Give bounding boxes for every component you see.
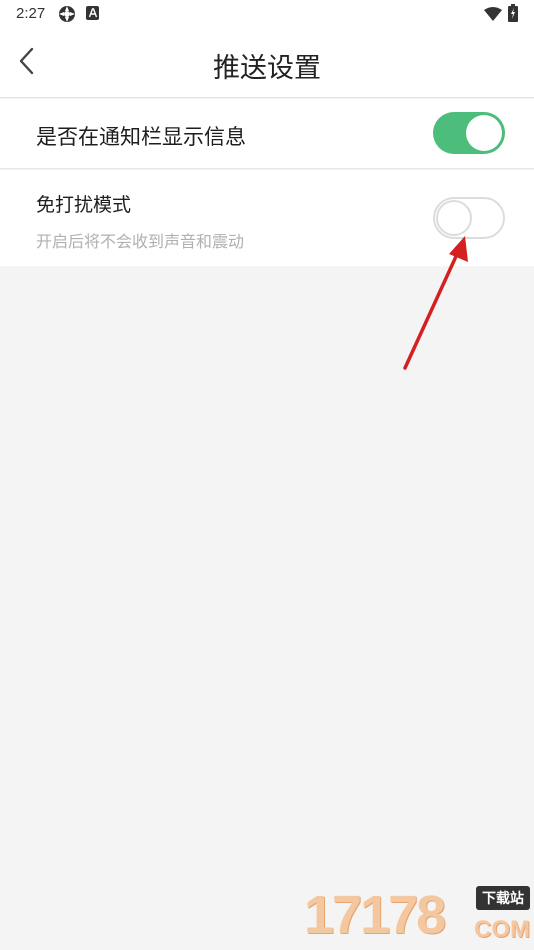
setting-label: 免打扰模式	[36, 194, 132, 216]
watermark-logo: 17178 下载站 COM	[304, 885, 530, 946]
do-not-disturb-toggle[interactable]	[433, 197, 505, 239]
wifi-icon	[484, 6, 502, 25]
status-time: 2:27	[16, 5, 46, 22]
setting-row-do-not-disturb: 免打扰模式 开启后将不会收到声音和震动	[0, 170, 534, 266]
battery-icon	[508, 4, 518, 26]
app-header: 推送设置	[0, 28, 534, 98]
watermark-badge: 下载站	[476, 886, 530, 910]
setting-row-notification-bar: 是否在通知栏显示信息	[0, 99, 534, 169]
app-icon	[58, 5, 76, 27]
page-title: 推送设置	[213, 53, 321, 84]
toggle-knob	[466, 115, 502, 151]
watermark-suffix: COM	[474, 916, 530, 943]
a-icon	[86, 5, 100, 25]
setting-label: 是否在通知栏显示信息	[36, 125, 246, 149]
setting-description: 开启后将不会收到声音和震动	[36, 232, 245, 251]
status-bar: 2:27	[0, 0, 534, 28]
watermark-number: 17178	[304, 885, 446, 945]
notification-bar-toggle[interactable]	[433, 112, 505, 154]
toggle-knob	[436, 200, 472, 236]
